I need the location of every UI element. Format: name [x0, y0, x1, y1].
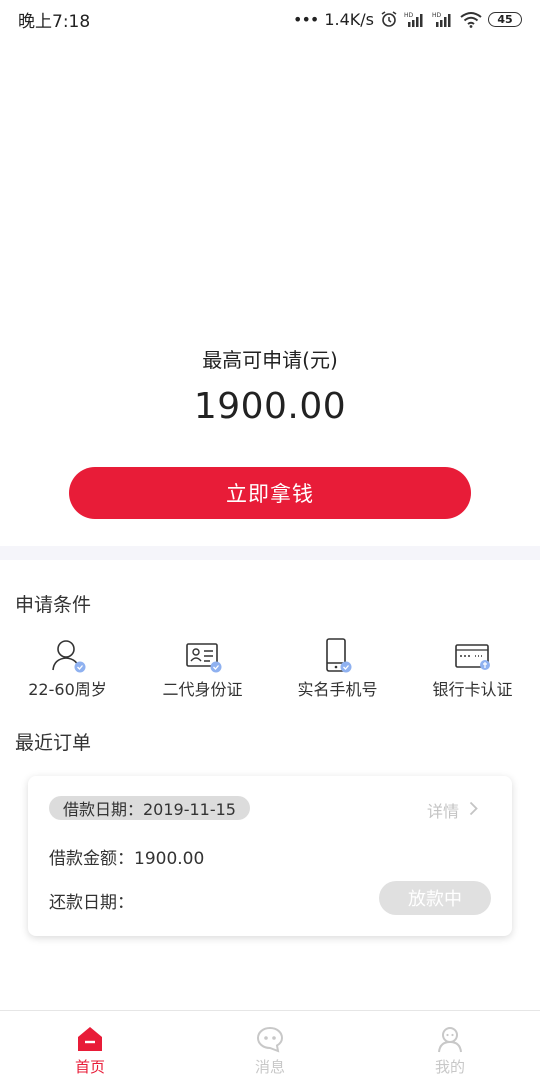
conditions-list: 22-60周岁 二代身份证 实名手机号 银行卡认证	[0, 636, 540, 700]
loan-amount: 借款金额：1900.00	[49, 849, 205, 869]
nav-profile[interactable]: 我的	[360, 1011, 540, 1080]
bottom-nav: 首页 消息 我的	[0, 1010, 540, 1080]
conditions-title: 申请条件	[15, 594, 92, 616]
condition-label: 22-60周岁	[28, 680, 107, 699]
repay-date: 还款日期：	[49, 893, 134, 913]
nav-home[interactable]: 首页	[0, 1011, 180, 1080]
get-money-button[interactable]: 立即拿钱	[69, 467, 471, 519]
alarm-icon	[380, 10, 398, 28]
bank-card-icon	[451, 636, 495, 676]
recent-orders-title: 最近订单	[15, 732, 92, 754]
max-amount-label: 最高可申请(元)	[202, 348, 338, 372]
nav-messages[interactable]: 消息	[180, 1011, 360, 1080]
order-card[interactable]: 借款日期：2019-11-15 详情 借款金额：1900.00 还款日期： 放款…	[28, 776, 512, 936]
condition-label: 实名手机号	[297, 680, 378, 699]
nav-label: 首页	[74, 1058, 105, 1076]
svg-text:HD: HD	[432, 12, 442, 19]
hd-signal-icon: HD	[432, 10, 454, 28]
nav-label: 消息	[254, 1058, 285, 1076]
network-speed: 1.4K/s	[324, 9, 374, 29]
order-status-badge: 放款中	[379, 881, 491, 915]
message-icon	[256, 1025, 284, 1053]
loan-date-badge: 借款日期：2019-11-15	[49, 796, 250, 820]
section-divider	[0, 546, 540, 560]
max-amount-value: 1900.00	[193, 386, 347, 427]
condition-phone: 实名手机号	[270, 636, 405, 700]
detail-label: 详情	[426, 802, 459, 821]
status-bar: 晚上7:18 ••• 1.4K/s HD HD 45	[0, 0, 540, 38]
hd-signal-icon: HD	[404, 10, 426, 28]
svg-text:HD: HD	[404, 12, 414, 19]
condition-id-card: 二代身份证	[135, 636, 270, 700]
nav-label: 我的	[434, 1058, 465, 1076]
person-verified-icon	[46, 636, 90, 676]
phone-verified-icon	[316, 636, 360, 676]
condition-label: 银行卡认证	[432, 680, 513, 699]
condition-age: 22-60周岁	[0, 636, 135, 700]
condition-bank-card: 银行卡认证	[405, 636, 540, 700]
dots-icon: •••	[293, 9, 319, 29]
condition-label: 二代身份证	[162, 680, 243, 699]
status-indicators: ••• 1.4K/s HD HD 45	[293, 10, 522, 29]
home-icon	[76, 1025, 104, 1053]
chevron-right-icon	[469, 801, 478, 820]
battery-icon: 45	[488, 11, 522, 27]
status-time: 晚上7:18	[18, 11, 91, 32]
profile-icon	[436, 1025, 464, 1053]
order-detail-link[interactable]: 详情	[427, 798, 478, 822]
wifi-icon	[460, 11, 482, 28]
id-card-icon	[181, 636, 225, 676]
